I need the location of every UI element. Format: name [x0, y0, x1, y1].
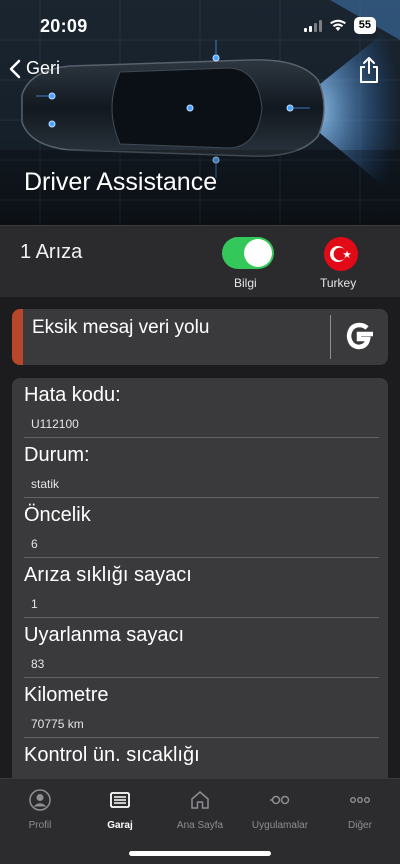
detail-value: 6: [31, 537, 38, 551]
tab-home[interactable]: Ana Sayfa: [160, 789, 240, 831]
detail-label: Arıza sıklığı sayacı: [24, 564, 192, 586]
chevron-left-icon: [9, 59, 21, 78]
info-toggle[interactable]: [222, 237, 274, 269]
tab-label: Diğer: [348, 820, 372, 831]
divider: [330, 315, 331, 359]
country-label: Turkey: [320, 276, 357, 290]
toggle-knob: [244, 239, 272, 267]
back-button[interactable]: Geri: [8, 58, 60, 79]
detail-value: statik: [31, 477, 60, 491]
detail-row-fault-frequency: Arıza sıklığı sayacı 1: [24, 558, 379, 618]
battery-indicator: 55: [353, 17, 376, 34]
share-button[interactable]: [358, 56, 380, 89]
severity-accent: [12, 309, 23, 365]
detail-label: Durum:: [24, 444, 90, 466]
fault-count: 1 Arıza: [20, 241, 83, 263]
tab-more[interactable]: Diğer: [320, 789, 400, 831]
home-icon: [191, 791, 209, 809]
detail-row-adaptation-counter: Uyarlanma sayacı 83: [24, 618, 379, 678]
tab-bar: Profil Garaj Ana Sayfa Uygulamalar Diğer: [0, 778, 400, 864]
detail-row-mileage: Kilometre 70775 km: [24, 678, 379, 738]
detail-label: Öncelik: [24, 504, 91, 526]
status-time: 20:09: [40, 16, 88, 36]
more-icon: [350, 796, 371, 803]
wifi-icon: [329, 19, 346, 31]
detail-label: Uyarlanma sayacı: [24, 624, 185, 646]
fault-details-card: Hata kodu: U112100 Durum: statik Öncelik…: [12, 378, 388, 798]
detail-value: 83: [31, 657, 45, 671]
detail-row-status: Durum: statik: [24, 438, 379, 498]
home-indicator: [129, 851, 271, 856]
detail-label: Hata kodu:: [24, 384, 121, 406]
tab-label: Ana Sayfa: [176, 820, 224, 831]
turkey-flag-icon: [330, 246, 351, 262]
info-toggle-label: Bilgi: [234, 276, 257, 290]
page-title: Driver Assistance: [24, 168, 218, 196]
back-label: Geri: [26, 58, 61, 78]
status-bar: 20:09 55: [0, 0, 400, 50]
garage-icon: [110, 792, 130, 808]
detail-row-priority: Öncelik 6: [24, 498, 379, 558]
detail-value: 70775 km: [31, 717, 84, 731]
tab-label: Garaj: [107, 820, 133, 831]
status-icons: 55: [303, 17, 376, 34]
turkey-flag-button[interactable]: [324, 237, 358, 271]
person-icon: [29, 789, 51, 811]
cellular-signal-icon: [303, 19, 322, 32]
tab-garage[interactable]: Garaj: [80, 789, 160, 831]
google-search-button[interactable]: [340, 317, 378, 360]
share-icon: [360, 57, 378, 83]
fault-message-card[interactable]: Eksik mesaj veri yolu: [12, 309, 388, 365]
hero-header: 20:09 55 Geri Driver Assistance: [0, 0, 400, 225]
detail-label: Kontrol ün. sıcaklığı: [24, 744, 200, 766]
google-icon: [346, 322, 373, 350]
fault-message: Eksik mesaj veri yolu: [32, 317, 210, 338]
detail-label: Kilometre: [24, 684, 109, 706]
detail-value: 1: [31, 597, 38, 611]
tab-label: Uygulamalar: [251, 820, 309, 831]
tab-apps[interactable]: Uygulamalar: [240, 789, 320, 831]
tab-profile[interactable]: Profil: [0, 789, 80, 831]
detail-value: U112100: [31, 417, 79, 431]
tab-label: Profil: [28, 820, 52, 831]
detail-row-error-code: Hata kodu: U112100: [24, 378, 379, 438]
apps-icon: [270, 795, 290, 805]
fault-summary-bar: 1 Arıza Bilgi Turkey: [0, 225, 400, 297]
